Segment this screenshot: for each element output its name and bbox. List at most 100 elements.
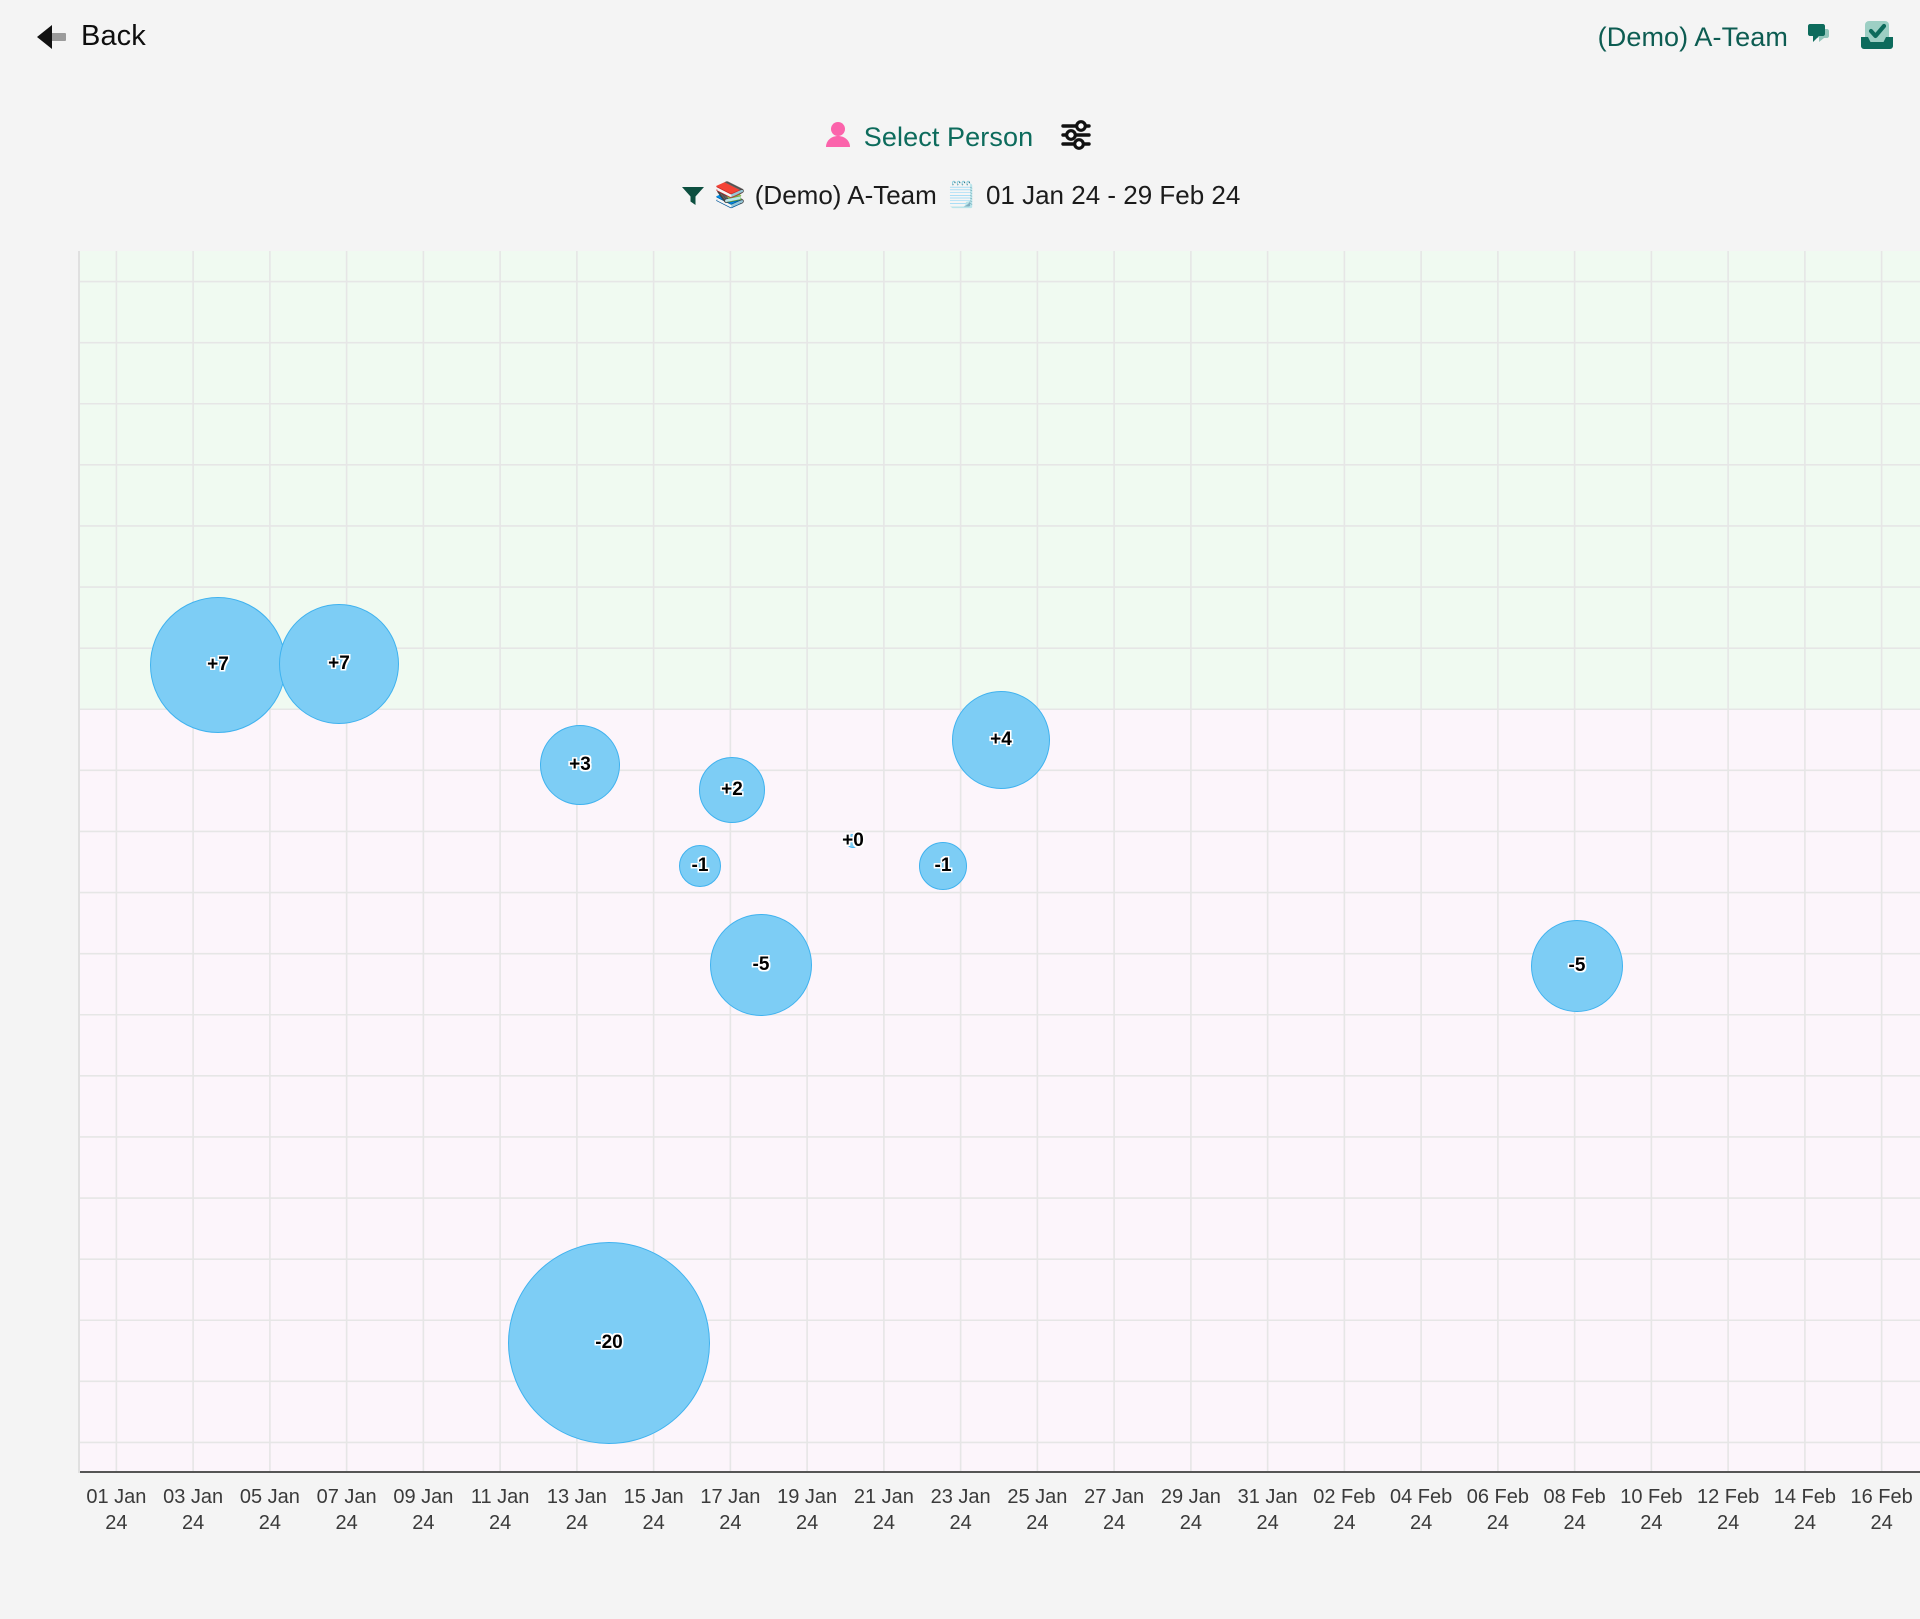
x-axis-tick-date: 25 Jan: [1007, 1486, 1068, 1508]
x-axis-tick-year: 24: [258, 1511, 281, 1534]
x-axis-tick-year: 24: [1486, 1511, 1509, 1534]
x-axis-tick-date: 19 Jan: [777, 1486, 838, 1508]
x-axis-tick-year: 24: [182, 1511, 205, 1534]
x-axis-tick: 21 Jan 24: [854, 1485, 914, 1536]
x-axis-tick-date: 15 Jan: [623, 1486, 684, 1508]
x-axis-tick-date: 11 Jan: [470, 1486, 530, 1508]
x-axis-tick-date: 05 Jan: [239, 1486, 300, 1508]
x-axis-tick: 10 Feb 24: [1620, 1485, 1682, 1536]
x-axis-tick-year: 24: [1256, 1511, 1279, 1534]
x-axis-tick-date: 07 Jan: [316, 1486, 377, 1508]
x-axis-tick-date: 23 Jan: [930, 1486, 991, 1508]
x-axis-tick-year: 24: [1179, 1511, 1202, 1534]
x-axis-tick: 04 Feb 24: [1390, 1485, 1452, 1536]
x-axis-tick: 11 Jan 24: [471, 1485, 530, 1536]
bubble-chart[interactable]: +7+7+3+2-1+0-1+4-5-5-20 14121086420-2-4-…: [78, 251, 1920, 1534]
chart-bubble[interactable]: +2: [699, 757, 765, 823]
back-button[interactable]: Back: [34, 20, 146, 53]
x-axis-tick-date: 21 Jan: [853, 1486, 914, 1508]
x-axis-tick-date: 14 Feb: [1773, 1486, 1837, 1508]
chart-subtitle: 📚 (Demo) A-Team 🗒️ 01 Jan 24 - 29 Feb 24: [0, 180, 1920, 211]
chart-bubble-label: +7: [328, 653, 350, 674]
team-name: (Demo) A-Team: [1597, 22, 1788, 52]
x-axis-tick-date: 02 Feb: [1313, 1486, 1376, 1508]
x-axis-tick-year: 24: [412, 1511, 435, 1534]
x-axis-tick-date: 09 Jan: [393, 1486, 454, 1508]
x-axis-tick-year: 24: [1870, 1511, 1893, 1534]
x-axis-tick-year: 24: [1026, 1511, 1049, 1534]
calendar-emoji: 🗒️: [945, 181, 977, 209]
x-axis-tick: 19 Jan 24: [777, 1485, 837, 1536]
x-axis-tick-year: 24: [1716, 1511, 1740, 1534]
chart-bubble[interactable]: +0: [842, 830, 864, 851]
chart-bubble[interactable]: +7: [150, 597, 286, 733]
x-axis-tick: 25 Jan 24: [1007, 1485, 1067, 1536]
x-axis-tick: 15 Jan 24: [624, 1485, 684, 1536]
select-person-row: Select Person: [0, 118, 1920, 157]
x-axis-tick-year: 24: [1640, 1511, 1663, 1534]
x-axis-tick-date: 01 Jan: [86, 1486, 147, 1508]
back-label: Back: [81, 20, 146, 52]
top-bar: Back (Demo) A-Team: [0, 0, 1920, 76]
x-axis-tick: 01 Jan 24: [86, 1485, 146, 1536]
x-axis-tick-date: 17 Jan: [700, 1486, 761, 1508]
funnel-icon: [680, 180, 706, 211]
x-axis-tick: 17 Jan 24: [700, 1485, 760, 1536]
x-axis-tick: 27 Jan 24: [1084, 1485, 1144, 1536]
x-axis-tick-year: 24: [105, 1511, 128, 1534]
x-axis-tick: 12 Feb 24: [1697, 1485, 1759, 1536]
x-axis-tick-date: 13 Jan: [546, 1486, 607, 1508]
chart-bubble[interactable]: -20: [508, 1242, 710, 1444]
chat-bubbles-icon[interactable]: [1806, 19, 1840, 56]
chart-bubble-label: -5: [1568, 955, 1586, 976]
chart-bubble-label: +2: [721, 779, 743, 800]
x-axis-tick-year: 24: [872, 1511, 895, 1534]
chart-bubble[interactable]: -1: [919, 842, 967, 890]
books-emoji: 📚: [714, 181, 746, 209]
x-axis-tick: 31 Jan 24: [1238, 1485, 1298, 1536]
x-axis-tick-year: 24: [1333, 1511, 1356, 1534]
back-arrow-icon: [34, 22, 68, 52]
chart-bubble-label: -1: [934, 855, 952, 876]
chart-bubble[interactable]: +3: [540, 725, 620, 805]
x-axis-tick-date: 10 Feb: [1620, 1486, 1683, 1508]
x-axis-tick-year: 24: [565, 1511, 588, 1534]
chart-plot-area: [78, 251, 1920, 1473]
x-axis-tick-year: 24: [796, 1511, 819, 1534]
x-axis-tick-date: 12 Feb: [1696, 1486, 1760, 1508]
sliders-icon[interactable]: [1059, 118, 1095, 157]
x-axis-tick: 02 Feb 24: [1313, 1485, 1375, 1536]
x-axis-tick-date: 04 Feb: [1389, 1486, 1453, 1508]
x-axis-tick-year: 24: [1103, 1511, 1126, 1534]
x-axis-tick: 29 Jan 24: [1161, 1485, 1221, 1536]
team-indicator: (Demo) A-Team: [1598, 18, 1896, 57]
x-axis-tick: 09 Jan 24: [393, 1485, 453, 1536]
x-axis-tick-year: 24: [335, 1511, 358, 1534]
x-axis-tick-date: 08 Feb: [1543, 1486, 1606, 1508]
subtitle-team: (Demo) A-Team: [754, 180, 937, 210]
select-person-button[interactable]: Select Person: [825, 121, 1033, 154]
x-axis-tick: 13 Jan 24: [547, 1485, 607, 1536]
chart-bubble-label: -20: [595, 1332, 623, 1353]
chart-bubble-label: -5: [752, 954, 770, 975]
x-axis-tick-date: 03 Jan: [163, 1486, 224, 1508]
chart-bubble[interactable]: +4: [952, 691, 1050, 789]
x-axis-tick-year: 24: [642, 1511, 665, 1534]
x-axis-tick: 08 Feb 24: [1543, 1485, 1605, 1536]
x-axis-tick-date: 29 Jan: [1160, 1486, 1221, 1508]
x-axis-tick: 06 Feb 24: [1467, 1485, 1529, 1536]
chart-bubble-label: +7: [207, 654, 229, 675]
chart-bubble-label: +4: [990, 729, 1012, 750]
chart-bubble[interactable]: -1: [679, 845, 721, 887]
x-axis-tick-year: 24: [488, 1511, 512, 1534]
chart-bubble[interactable]: -5: [1531, 920, 1623, 1012]
inbox-check-icon[interactable]: [1858, 18, 1896, 57]
chart-bubble[interactable]: +7: [279, 604, 399, 724]
x-axis-tick-year: 24: [719, 1511, 742, 1534]
x-axis-tick-year: 24: [1793, 1511, 1816, 1534]
x-axis-tick: 23 Jan 24: [931, 1485, 991, 1536]
x-axis-tick-date: 16 Feb: [1850, 1486, 1913, 1508]
x-axis-tick-year: 24: [1409, 1511, 1433, 1534]
chart-bubble[interactable]: -5: [710, 914, 812, 1016]
x-axis-tick-year: 24: [1563, 1511, 1586, 1534]
